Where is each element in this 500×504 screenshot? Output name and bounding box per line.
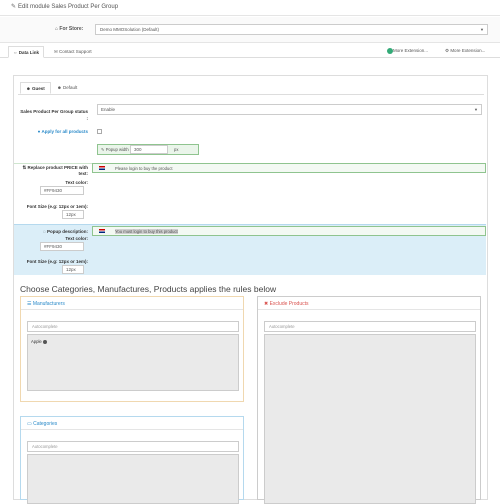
question-icon: ●: [37, 129, 41, 134]
exclude-header: ✖ Exclude Products: [258, 297, 480, 310]
list-icon: ☰: [27, 301, 32, 307]
folder-icon: ▭: [27, 421, 32, 427]
replace-price-input[interactable]: Please login to buy the product: [92, 163, 486, 173]
store-label: ⌂ For Store:: [55, 26, 84, 32]
rules-heading: Choose Categories, Manufactures, Product…: [20, 284, 277, 294]
text-color-label: Text color:: [65, 180, 88, 185]
tab-default[interactable]: ☻ Default: [52, 82, 82, 94]
popup-desc-label: ◌ Popup description:: [43, 229, 88, 234]
main-tabs: ⇔ Data Link ✉ Contact Support More Exten…: [0, 44, 500, 58]
more-extension-link-1[interactable]: More Extension...: [387, 48, 428, 54]
subtab-divider: [18, 94, 484, 95]
categories-box: ▭ Categories Autocomplete: [20, 416, 244, 504]
apply-all-checkbox[interactable]: [97, 129, 102, 134]
status-select[interactable]: Enable ▼: [97, 104, 482, 115]
page-header: ✎ Edit module Sales Product Per Group: [0, 0, 500, 16]
chevron-down-icon: ▼: [480, 27, 484, 32]
gear-icon: ⚙: [445, 48, 450, 53]
exclude-autocomplete[interactable]: Autocomplete: [264, 321, 476, 332]
apply-all-label: ● Apply for all products: [37, 129, 88, 134]
status-label: Sales Product Per Group status :: [20, 109, 88, 121]
uk-flag-icon: [99, 229, 105, 233]
popup-width-unit: px: [174, 147, 179, 152]
categories-list: [27, 454, 239, 504]
categories-header: ▭ Categories: [21, 417, 243, 430]
tag-icon: ✉: [54, 49, 58, 54]
tab-guest[interactable]: ☻ Guest: [20, 82, 51, 94]
chevron-down-icon: ▼: [474, 107, 478, 112]
link-icon: ⇔: [13, 50, 18, 55]
replace-price-label: ⇅ Replace product PRICE with text:: [22, 165, 88, 176]
more-extension-link-2[interactable]: ⚙ More Extension...: [445, 48, 485, 54]
store-select[interactable]: Demo MMOSolution (Default) ▼: [95, 24, 488, 35]
popup-width-input[interactable]: 300: [130, 145, 168, 154]
store-row: ⌂ For Store: Demo MMOSolution (Default) …: [0, 17, 500, 43]
tab-data-link[interactable]: ⇔ Data Link: [8, 46, 45, 58]
pencil-icon: ✎: [101, 147, 105, 152]
close-icon: ✖: [264, 301, 269, 307]
text-color-input-2[interactable]: #FF9430: [40, 242, 84, 251]
uk-flag-icon: [99, 166, 105, 170]
chat-icon: ◌: [43, 229, 46, 234]
tab-contact-support[interactable]: ✉ Contact Support: [50, 46, 96, 58]
popup-desc-input[interactable]: You must login to buy this product: [92, 226, 486, 236]
text-color-label-2: Text color:: [65, 236, 88, 241]
question-icon: ⇅: [22, 165, 27, 170]
remove-icon[interactable]: [42, 339, 47, 344]
categories-autocomplete[interactable]: Autocomplete: [27, 441, 239, 452]
exclude-list: [264, 334, 476, 504]
users-icon: ☻: [26, 86, 31, 91]
font-size-input[interactable]: 12px: [62, 210, 84, 219]
font-size-input-2[interactable]: 12px: [62, 265, 84, 274]
text-color-input[interactable]: #FF9430: [40, 186, 84, 195]
manufacturers-box: ☰ Manufacturers Autocomplete Apple: [20, 296, 244, 402]
page-title: Edit module Sales Product Per Group: [18, 4, 119, 10]
manufacturers-autocomplete[interactable]: Autocomplete: [27, 321, 239, 332]
list-item: Apple: [31, 339, 47, 344]
users-icon: ☻: [57, 85, 62, 90]
exclude-products-box: ✖ Exclude Products Autocomplete: [257, 296, 481, 504]
popup-width-label: ✎ Popup width: [101, 147, 129, 152]
pencil-icon: ✎: [11, 4, 17, 10]
manufacturers-header: ☰ Manufacturers: [21, 297, 243, 310]
manufacturers-list: Apple: [27, 334, 239, 391]
